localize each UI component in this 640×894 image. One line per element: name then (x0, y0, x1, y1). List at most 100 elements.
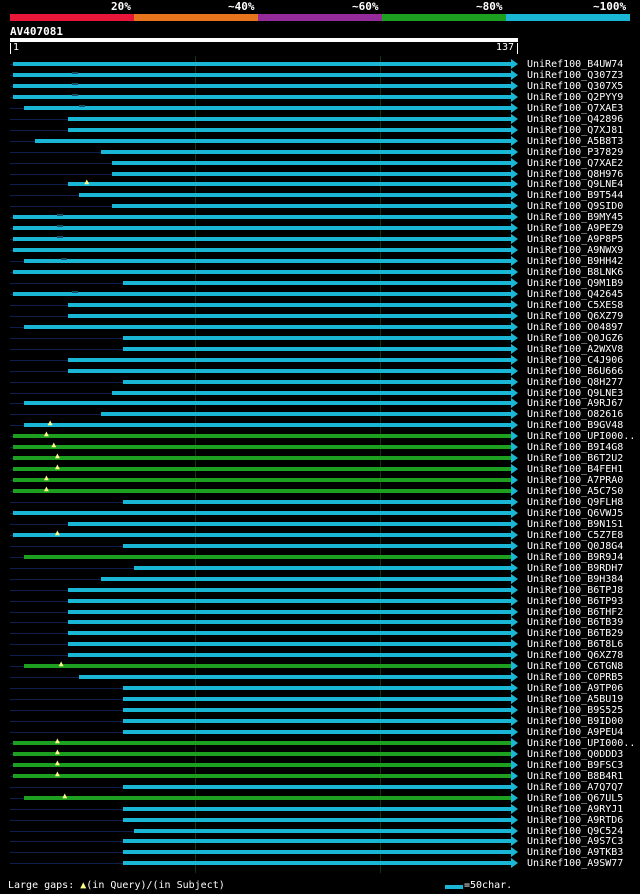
hit-row[interactable]: ▲ UniRef100_UPI000.. (0, 430, 640, 442)
alignment-bar[interactable] (68, 642, 512, 647)
hit-name-link[interactable]: UniRef100_A9NWX9 (527, 245, 623, 256)
alignment-bar[interactable] (68, 609, 512, 614)
alignment-bar[interactable] (24, 795, 512, 800)
alignment-bar[interactable] (13, 83, 512, 88)
hit-row[interactable]: UniRef100_A9P8P5 (0, 234, 640, 245)
hit-row[interactable]: UniRef100_O82616 (0, 409, 640, 420)
hit-name-link[interactable]: UniRef100_C0PRB5 (527, 672, 623, 683)
hit-name-link[interactable]: UniRef100_A9RJ67 (527, 398, 623, 409)
hit-row[interactable]: UniRef100_Q9C524 (0, 825, 640, 837)
alignment-bar[interactable] (123, 719, 512, 723)
hit-row[interactable]: UniRef100_A9RJ67 (0, 398, 640, 409)
hit-name-link[interactable]: UniRef100_Q307X5 (527, 81, 623, 92)
hit-name-link[interactable]: UniRef100_A9PEZ9 (527, 223, 623, 234)
hit-name-link[interactable]: UniRef100_P37829 (527, 147, 623, 158)
hit-row[interactable]: UniRef100_Q9SID0 (0, 201, 640, 212)
hit-row[interactable]: UniRef100_C0PRB5 (0, 672, 640, 683)
hit-row[interactable]: UniRef100_C5XES8 (0, 299, 640, 311)
hit-name-link[interactable]: UniRef100_C4J906 (527, 355, 623, 366)
alignment-bar[interactable] (123, 729, 512, 734)
hit-name-link[interactable]: UniRef100_A5C7S0 (527, 486, 623, 497)
hit-name-link[interactable]: UniRef100_B9T544 (527, 190, 623, 201)
alignment-bar[interactable] (68, 620, 512, 625)
alignment-bar[interactable] (123, 500, 512, 504)
alignment-bar[interactable] (68, 116, 512, 121)
hit-name-link[interactable]: UniRef100_Q7XJ81 (527, 125, 623, 136)
hit-row[interactable]: UniRef100_B8LNK6 (0, 267, 640, 278)
hit-row[interactable]: UniRef100_B9S525 (0, 705, 640, 716)
hit-name-link[interactable]: UniRef100_A7Q7Q7 (527, 782, 623, 793)
alignment-bar[interactable] (13, 248, 512, 253)
hit-name-link[interactable]: UniRef100_B6TP93 (527, 596, 623, 607)
alignment-bar[interactable] (112, 160, 512, 165)
hit-row[interactable]: UniRef100_B6T8L6 (0, 639, 640, 650)
alignment-bar[interactable] (68, 182, 512, 187)
hit-name-link[interactable]: UniRef100_UPI000.. (527, 431, 635, 442)
hit-row[interactable]: ▲ UniRef100_B9I4G8 (0, 441, 640, 453)
hit-name-link[interactable]: UniRef100_Q9M1B9 (527, 278, 623, 289)
hit-name-link[interactable]: UniRef100_Q8H277 (527, 377, 623, 388)
hit-row[interactable]: UniRef100_B9HH42 (0, 256, 640, 267)
hit-name-link[interactable]: UniRef100_A9TKB3 (527, 847, 623, 858)
alignment-bar[interactable] (68, 653, 512, 658)
hit-name-link[interactable]: UniRef100_Q0J8G4 (527, 541, 623, 552)
alignment-bar[interactable] (123, 346, 512, 351)
alignment-bar[interactable] (13, 489, 512, 494)
alignment-bar[interactable] (35, 138, 512, 143)
hit-name-link[interactable]: UniRef100_A9S7C3 (527, 836, 623, 847)
hit-row[interactable]: UniRef100_A7Q7Q7 (0, 781, 640, 793)
hit-name-link[interactable]: UniRef100_Q307Z3 (527, 70, 623, 81)
hit-name-link[interactable]: UniRef100_A2WXV8 (527, 344, 623, 355)
hit-name-link[interactable]: UniRef100_B6TB29 (527, 628, 623, 639)
alignment-bar[interactable] (123, 861, 512, 866)
hit-row[interactable]: ▲ UniRef100_C6TGN8 (0, 660, 640, 672)
alignment-bar[interactable] (79, 193, 512, 198)
hit-row[interactable]: UniRef100_A9TP06 (0, 683, 640, 694)
hit-row[interactable]: UniRef100_Q9LNE3 (0, 387, 640, 399)
alignment-bar[interactable] (123, 817, 512, 822)
hit-name-link[interactable]: UniRef100_Q6XZ79 (527, 311, 623, 322)
hit-name-link[interactable]: UniRef100_B6U666 (527, 366, 623, 377)
hit-row[interactable]: UniRef100_A2WXV8 (0, 343, 640, 355)
alignment-bar[interactable] (79, 675, 512, 680)
alignment-bar[interactable] (123, 850, 512, 855)
hit-row[interactable]: ▲ UniRef100_C5Z7E8 (0, 528, 640, 541)
hit-row[interactable]: UniRef100_B9ID00 (0, 716, 640, 727)
alignment-bar[interactable] (13, 478, 512, 483)
alignment-bar[interactable] (101, 149, 512, 154)
hit-name-link[interactable]: UniRef100_B8LNK6 (527, 267, 623, 278)
alignment-bar[interactable] (13, 740, 512, 745)
hit-row[interactable]: UniRef100_A9NWX9 (0, 245, 640, 256)
alignment-bar[interactable] (68, 357, 512, 362)
hit-row[interactable]: UniRef100_B9T544 (0, 190, 640, 201)
alignment-bar[interactable] (13, 445, 512, 450)
hit-row[interactable]: ▲ UniRef100_A7PRA0 (0, 474, 640, 486)
hit-row[interactable]: UniRef100_P37829 (0, 146, 640, 158)
hit-name-link[interactable]: UniRef100_Q7XAE2 (527, 158, 623, 169)
hit-row[interactable]: UniRef100_Q42645 (0, 288, 640, 300)
alignment-bar[interactable] (13, 510, 512, 515)
hit-row[interactable]: UniRef100_A9RYJ1 (0, 803, 640, 815)
hit-row[interactable]: UniRef100_A9S7C3 (0, 836, 640, 847)
hit-row[interactable]: UniRef100_Q7XAE3 (0, 102, 640, 114)
alignment-bar[interactable] (68, 521, 512, 526)
alignment-bar[interactable] (13, 270, 512, 275)
hit-row[interactable]: UniRef100_B4UW74 (0, 59, 640, 70)
hit-name-link[interactable]: UniRef100_O82616 (527, 409, 623, 420)
hit-name-link[interactable]: UniRef100_Q9FLH8 (527, 497, 623, 508)
alignment-bar[interactable] (101, 412, 512, 417)
hit-name-link[interactable]: UniRef100_B9H384 (527, 574, 623, 585)
alignment-bar[interactable] (13, 434, 512, 439)
hit-name-link[interactable]: UniRef100_B9GV48 (527, 420, 623, 431)
hit-name-link[interactable]: UniRef100_A9P8P5 (527, 234, 623, 245)
hit-name-link[interactable]: UniRef100_A9RYJ1 (527, 804, 623, 815)
hit-row[interactable]: UniRef100_A9RTD6 (0, 814, 640, 826)
hit-name-link[interactable]: UniRef100_B9HH42 (527, 256, 623, 267)
hit-name-link[interactable]: UniRef100_Q7XAE3 (527, 103, 623, 114)
hit-row[interactable]: UniRef100_O04897 (0, 321, 640, 333)
hit-name-link[interactable]: UniRef100_A9SW77 (527, 858, 623, 869)
alignment-bar[interactable] (68, 598, 512, 603)
alignment-bar[interactable] (123, 379, 512, 384)
hit-name-link[interactable]: UniRef100_A7PRA0 (527, 475, 623, 486)
hit-name-link[interactable]: UniRef100_B9N1S1 (527, 519, 623, 530)
